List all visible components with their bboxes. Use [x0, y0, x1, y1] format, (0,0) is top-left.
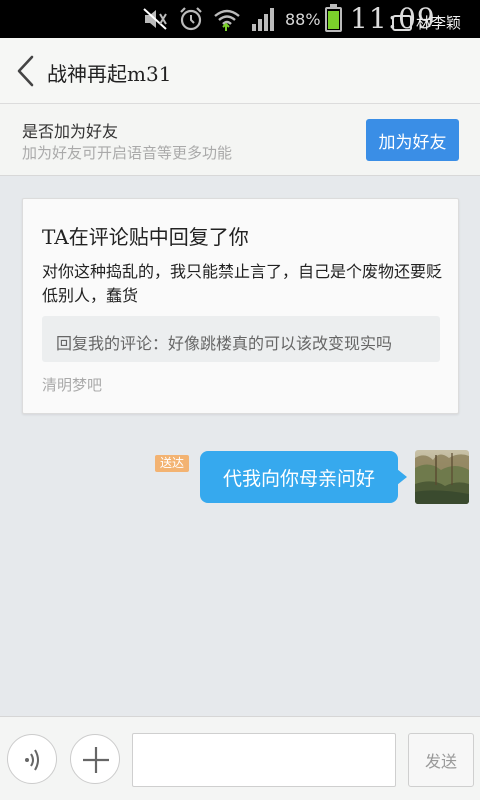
- battery-level: [328, 11, 339, 29]
- add-friend-title: 是否加为好友: [22, 122, 119, 141]
- wifi-icon: [214, 9, 240, 31]
- add-friend-subtitle: 加为好友可开启语音等更多功能: [22, 144, 233, 162]
- page-title: 战神再起m31: [47, 62, 172, 86]
- battery-icon: [325, 4, 342, 32]
- send-button[interactable]: 发送: [408, 733, 474, 787]
- avatar[interactable]: [415, 450, 469, 504]
- status-bar: 88% 11:09 AM 林李颖: [0, 0, 480, 68]
- mute-icon: [143, 8, 167, 30]
- add-friend-banner: 是否加为好友 加为好友可开启语音等更多功能 加为好友: [0, 104, 480, 176]
- card-body: 对你这种捣乱的，我只能禁止言了，自己是个废物还要贬低别人，蠢货: [42, 262, 443, 305]
- plus-icon: [83, 747, 109, 773]
- voice-button[interactable]: [7, 734, 57, 784]
- message-input[interactable]: [132, 733, 396, 787]
- carrier-label: 林李颖: [416, 14, 462, 32]
- add-attachment-button[interactable]: [70, 734, 120, 784]
- add-friend-button[interactable]: 加为好友: [366, 119, 459, 161]
- battery-percent: 88%: [285, 10, 321, 29]
- notification-icon: [392, 14, 412, 31]
- avatar-image: [415, 450, 469, 504]
- back-icon[interactable]: [14, 54, 38, 88]
- reply-notification-card[interactable]: TA在评论贴中回复了你 对你这种捣乱的，我只能禁止言了，自己是个废物还要贬低别人…: [22, 198, 459, 414]
- alarm-icon: [180, 7, 202, 31]
- card-title: TA在评论贴中回复了你: [42, 225, 249, 249]
- chat-header: 战神再起m31: [0, 38, 480, 104]
- voice-icon: [25, 749, 39, 771]
- message-text: 代我向你母亲问好: [222, 467, 375, 490]
- input-bar: 发送: [0, 716, 480, 800]
- quoted-comment[interactable]: 回复我的评论：好像跳楼真的可以该改变现实吗: [42, 316, 440, 362]
- carrier-indicator: 林李颖: [392, 12, 461, 33]
- status-icons: [142, 6, 276, 32]
- message-bubble[interactable]: 代我向你母亲问好: [200, 451, 407, 503]
- card-source[interactable]: 清明梦吧: [42, 374, 102, 395]
- signal-icon: [252, 8, 274, 31]
- delivered-badge: 送达: [155, 455, 190, 472]
